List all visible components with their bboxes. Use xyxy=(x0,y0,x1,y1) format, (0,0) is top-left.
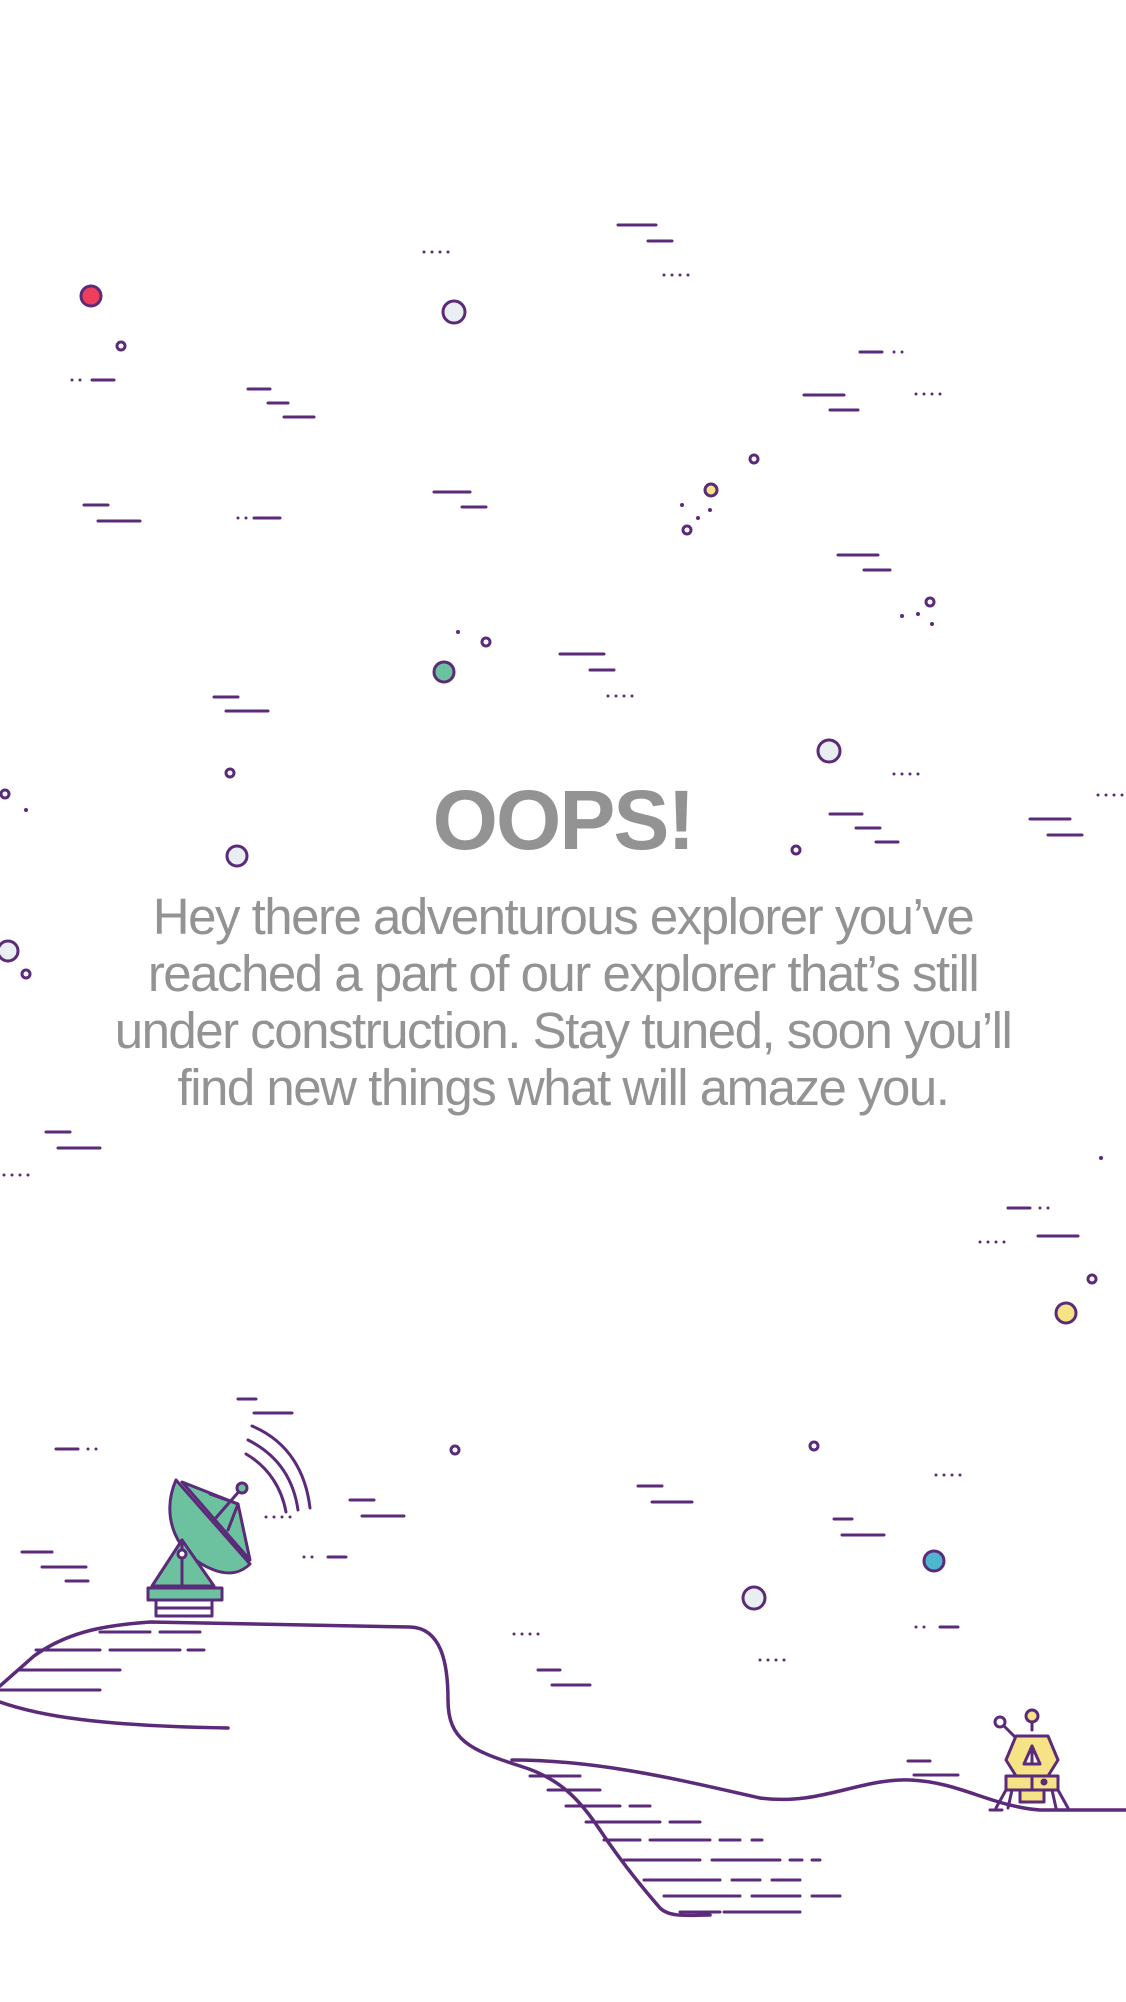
under-construction-message: OOPS! Hey there adventurous explorer you… xyxy=(100,770,1026,1116)
page-title: OOPS! xyxy=(432,773,696,867)
hill-outline xyxy=(0,1620,1126,1918)
lunar-lander-icon xyxy=(988,1708,1076,1812)
hill-hatching xyxy=(0,1630,842,1914)
satellite-dish-icon xyxy=(146,1424,312,1618)
message-body: Hey there adventurous explorer you’ve re… xyxy=(114,888,1013,1116)
